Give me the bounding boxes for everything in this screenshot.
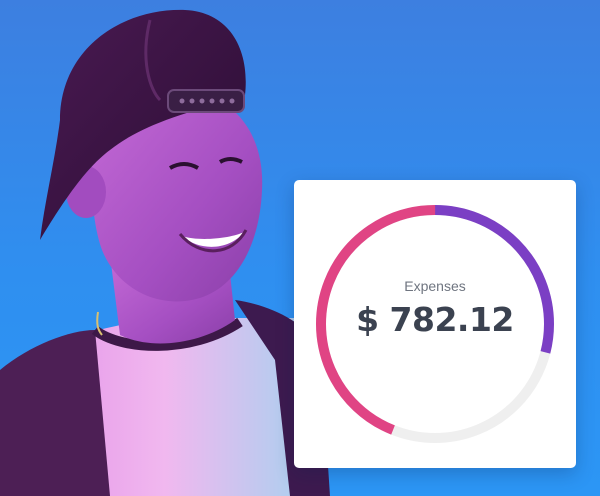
shirt-left-sleeve bbox=[0, 330, 110, 496]
expenses-card: Expenses $ 782.12 bbox=[294, 180, 576, 468]
expenses-label: Expenses bbox=[404, 278, 466, 294]
expenses-amount: $ 782.12 bbox=[356, 300, 514, 339]
